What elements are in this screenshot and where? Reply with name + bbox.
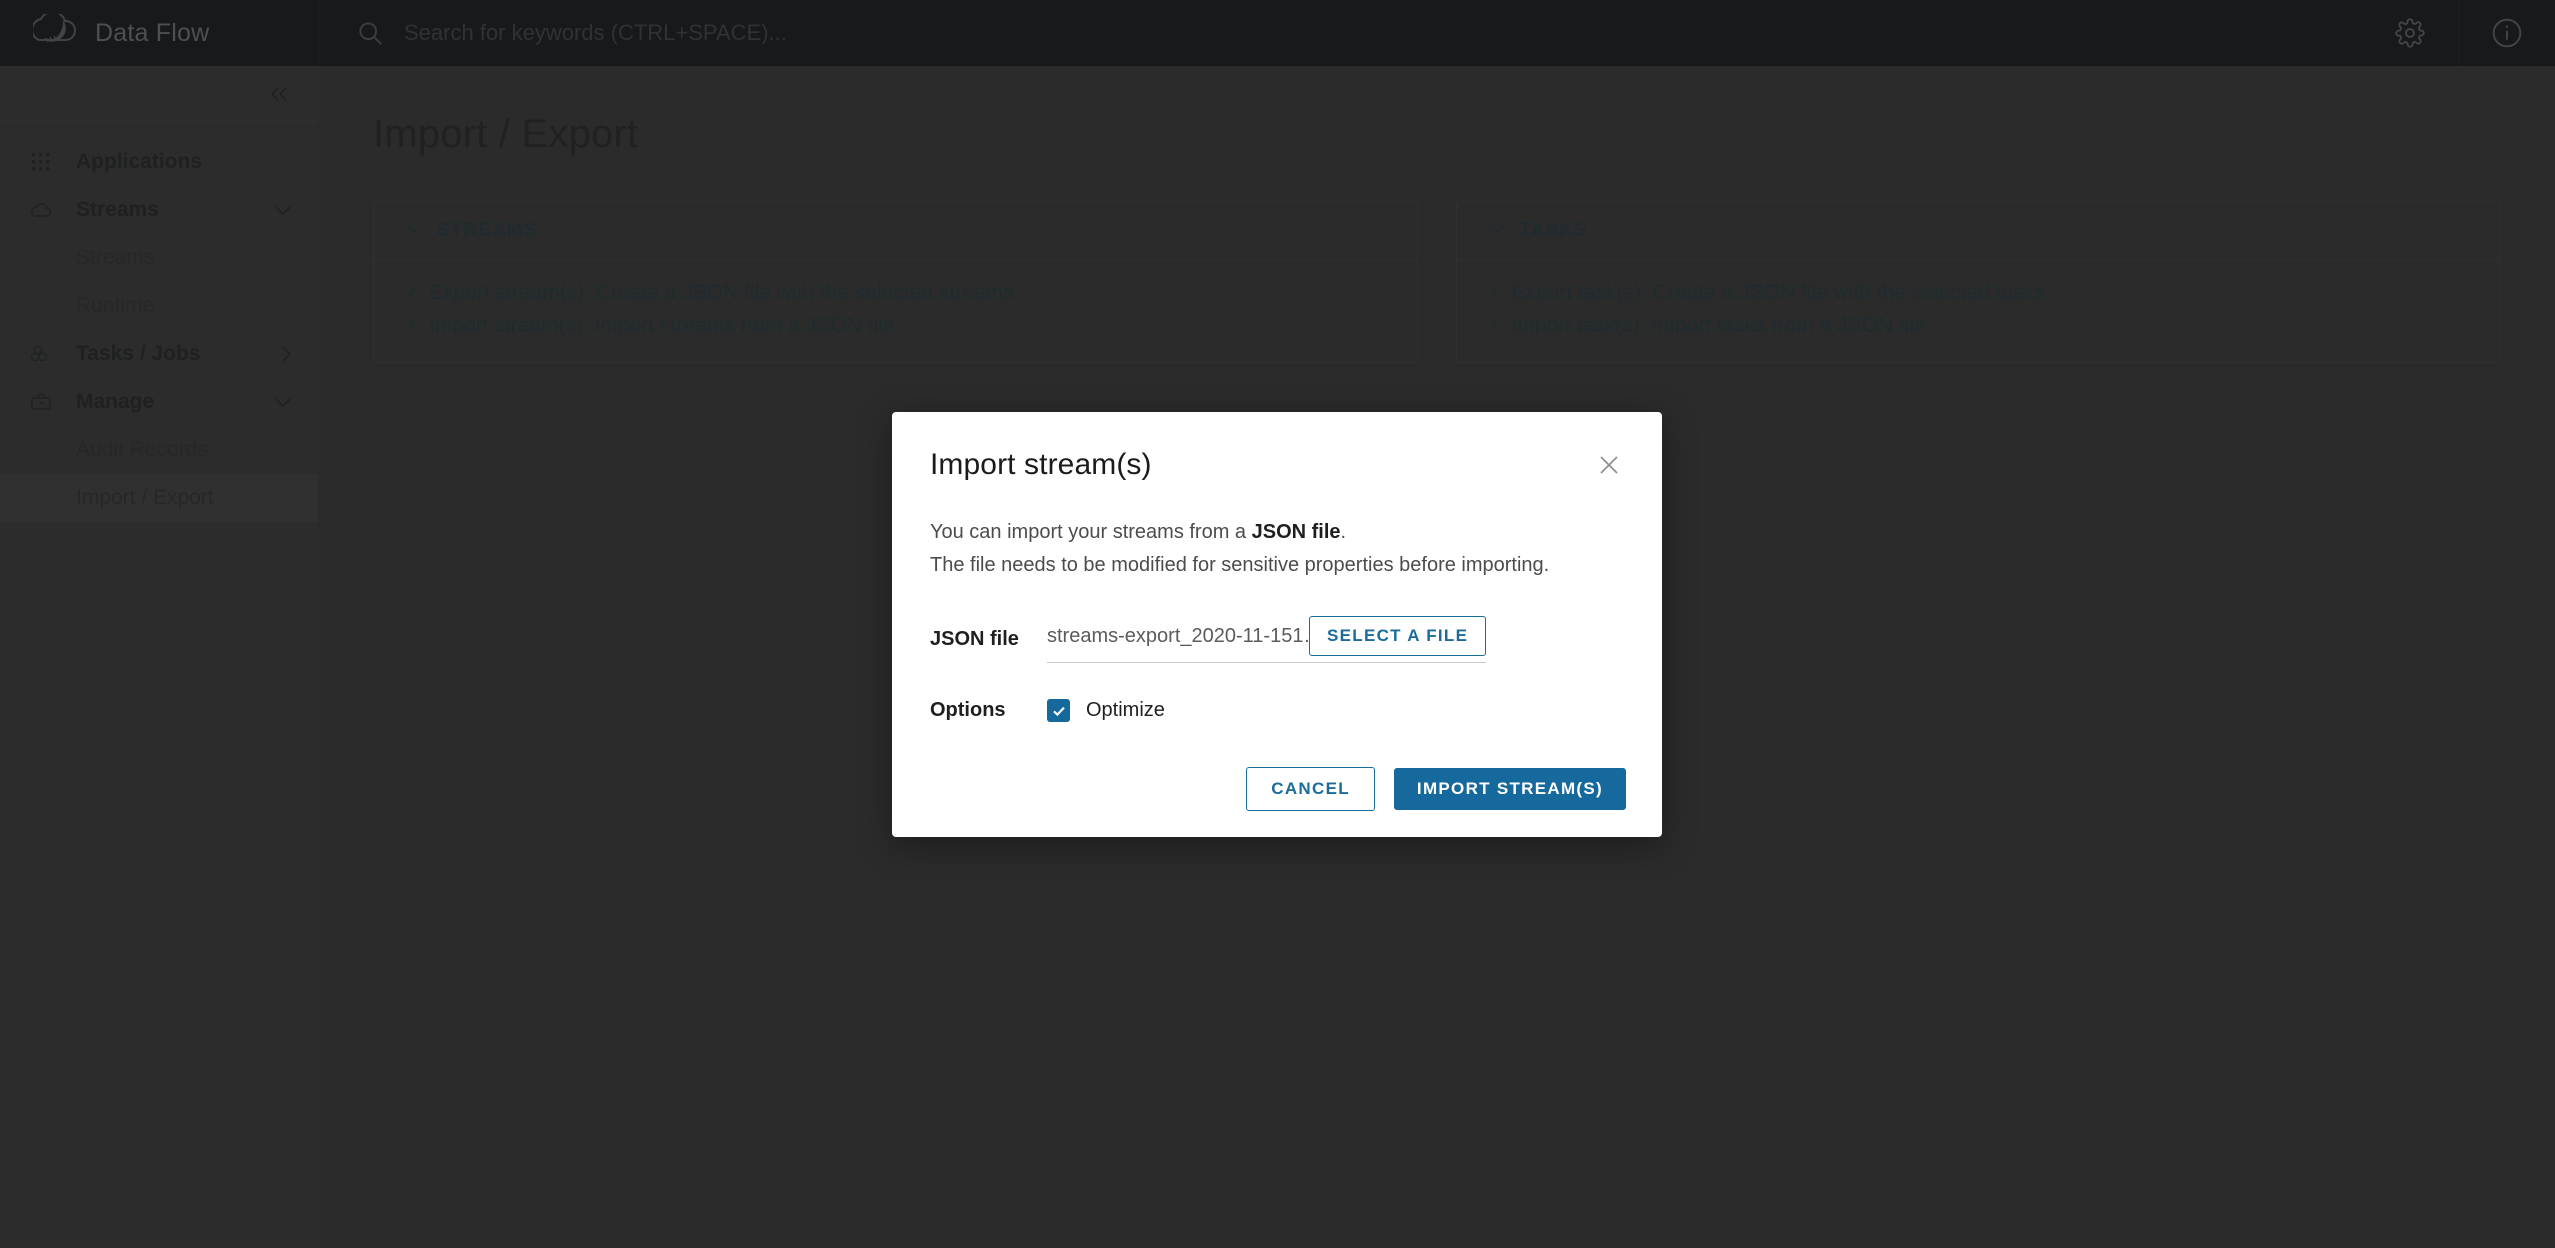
json-file-field: streams-export_2020-11-151… SELECT A FIL…: [1047, 616, 1487, 663]
modal-paragraph-2: The file needs to be modified for sensit…: [930, 554, 1550, 576]
check-icon: [1051, 703, 1067, 719]
import-streams-submit-button[interactable]: IMPORT STREAM(S): [1393, 768, 1626, 810]
modal-header: Import stream(s): [892, 412, 1662, 516]
optimize-label[interactable]: Optimize: [1086, 699, 1165, 722]
options-label: Options: [930, 699, 1006, 721]
json-file-row: JSON file streams-export_2020-11-151… SE…: [930, 616, 1624, 663]
close-button[interactable]: [1592, 448, 1626, 482]
json-file-label: JSON file: [930, 628, 1019, 650]
selected-file-name: streams-export_2020-11-151…: [1047, 624, 1309, 647]
modal-footer: CANCEL IMPORT STREAM(S): [1246, 767, 1626, 811]
import-streams-modal: Import stream(s) You can import your str…: [892, 412, 1662, 837]
optimize-checkbox[interactable]: [1047, 699, 1070, 722]
close-x-icon: [1596, 452, 1622, 478]
select-a-file-button[interactable]: SELECT A FILE: [1309, 616, 1487, 656]
paragraph-1-post: .: [1340, 521, 1347, 543]
cancel-button[interactable]: CANCEL: [1246, 767, 1375, 811]
paragraph-1-pre: You can import your streams from a: [930, 521, 1252, 543]
modal-title: Import stream(s): [930, 448, 1152, 481]
json-file-emphasis: JSON file: [1251, 521, 1341, 543]
modal-body: You can import your streams from a JSON …: [892, 516, 1662, 722]
modal-paragraph-1: You can import your streams from a JSON …: [930, 516, 1624, 549]
options-row: Options Optimize: [930, 699, 1624, 722]
